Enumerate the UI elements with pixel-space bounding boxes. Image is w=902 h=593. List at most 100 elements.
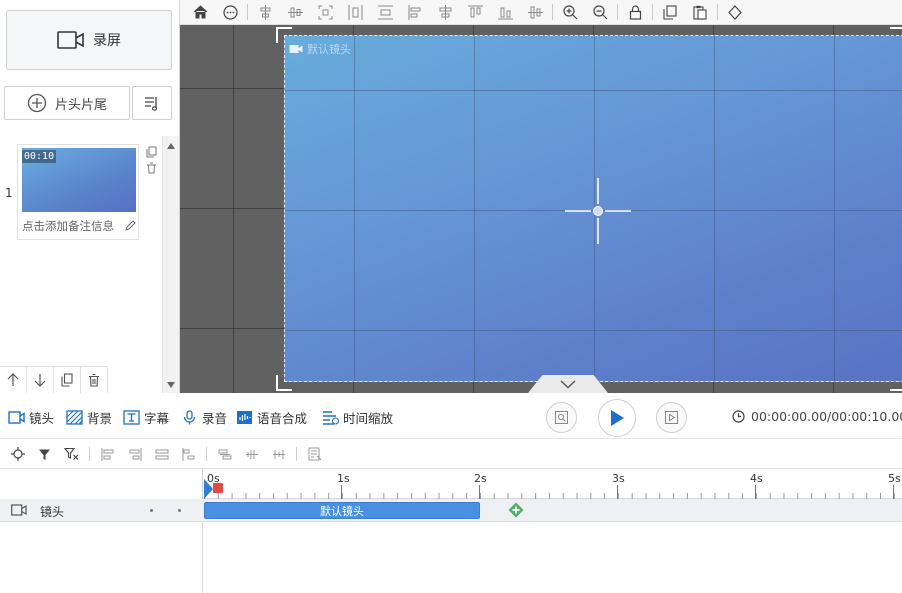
scene-note-field[interactable]: 点击添加备注信息: [22, 218, 138, 234]
align-right-icon: [129, 447, 141, 461]
clock-icon: [732, 410, 745, 423]
voice-synthesis-button[interactable]: 语音合成: [236, 408, 307, 427]
add-background-button[interactable]: 背景: [66, 408, 112, 427]
scene-thumbnail[interactable]: 00:10: [22, 148, 136, 212]
duplicate-button[interactable]: [54, 367, 81, 393]
subtitle-icon: [123, 410, 140, 425]
align-left-button[interactable]: [400, 0, 430, 24]
track-lock-dot[interactable]: [178, 509, 181, 512]
align-vertical-middle-icon: [527, 6, 543, 18]
track-visibility-dot[interactable]: [150, 509, 153, 512]
play-button[interactable]: [598, 399, 636, 437]
filter-icon: [39, 449, 50, 460]
tool-label: 时间缩放: [343, 411, 394, 426]
scene-index: 1: [5, 186, 13, 200]
filter-button[interactable]: [31, 442, 58, 466]
align-right-track-button[interactable]: [121, 442, 148, 466]
add-subtitle-button[interactable]: 字幕: [123, 408, 169, 427]
fit-frame-button[interactable]: [310, 0, 340, 24]
time-ruler[interactable]: 0s 1s 2s 3s 4s 5s: [204, 469, 902, 499]
zoom-in-button[interactable]: [555, 0, 585, 24]
clear-filter-button[interactable]: [58, 442, 85, 466]
zoom-in-icon: [562, 4, 577, 19]
toolbar-separator: [247, 4, 248, 20]
sequence-button[interactable]: [211, 442, 238, 466]
locate-button[interactable]: [4, 442, 31, 466]
distribute-horizontal-button[interactable]: [340, 0, 370, 24]
stagger-button[interactable]: [175, 442, 202, 466]
record-screen-button[interactable]: 录屏: [6, 10, 172, 70]
app-window: 录屏 片头片尾 1 00:10 点击添加备注信息 默认镜头 镜头 背景 字幕 录…: [0, 0, 902, 593]
preview-scene-button[interactable]: [546, 402, 577, 433]
scene-stage[interactable]: 默认镜头: [284, 35, 902, 382]
track-header[interactable]: 镜头: [0, 499, 203, 522]
home-icon: [193, 5, 207, 19]
align-left-icon: [408, 4, 420, 20]
align-middle-button[interactable]: [430, 0, 460, 24]
track-header-column: [0, 469, 203, 593]
clear-filter-icon: [64, 447, 79, 460]
tool-label: 语音合成: [257, 411, 308, 426]
copy-button[interactable]: [655, 0, 685, 24]
fit-frame-icon: [318, 5, 332, 19]
scroll-down-arrow-icon[interactable]: [167, 382, 175, 388]
lock-button[interactable]: [620, 0, 650, 24]
align-middle-icon: [439, 4, 451, 20]
track-name: 镜头: [40, 505, 65, 519]
playhead[interactable]: [204, 479, 213, 499]
increase-gap-button[interactable]: [265, 442, 292, 466]
video-camera-icon: [289, 45, 303, 53]
scroll-up-arrow-icon[interactable]: [167, 143, 175, 149]
scene-card[interactable]: 00:10 点击添加备注信息: [17, 144, 139, 240]
music-list-icon: [145, 97, 158, 111]
align-center-horizontal-button[interactable]: [280, 0, 310, 24]
ruler-major-tick: [755, 485, 756, 499]
ruler-label: 5s: [888, 472, 901, 485]
background-music-button[interactable]: [132, 86, 172, 120]
playback-controls: [546, 399, 688, 437]
distribute-vertical-button[interactable]: [370, 0, 400, 24]
scene-duration: 00:10: [22, 150, 57, 163]
more-button[interactable]: [215, 0, 245, 24]
move-down-button[interactable]: [27, 367, 54, 393]
toolbar-separator: [552, 4, 553, 20]
keyframe-button[interactable]: [720, 0, 750, 24]
same-length-button[interactable]: [148, 442, 175, 466]
background-icon: [66, 410, 83, 425]
copy-scene-icon[interactable]: [146, 146, 157, 158]
align-center-horizontal-icon: [287, 7, 303, 17]
scene-list-scrollbar[interactable]: [162, 136, 179, 393]
reduce-gap-button[interactable]: [238, 442, 265, 466]
camera-track-icon: [11, 504, 27, 516]
zoom-out-button[interactable]: [585, 0, 615, 24]
timeline-clip[interactable]: 默认镜头: [204, 502, 480, 519]
canvas-area[interactable]: 默认镜头: [180, 25, 902, 393]
ruler-major-tick: [341, 485, 342, 499]
delete-button[interactable]: [81, 367, 108, 393]
arrow-down-icon: [34, 374, 46, 387]
trash-icon: [89, 373, 99, 387]
intro-outro-button[interactable]: 片头片尾: [4, 86, 130, 120]
ruler-major-tick: [479, 485, 480, 499]
crosshair-icon[interactable]: [565, 178, 631, 244]
add-clip-icon[interactable]: [508, 502, 524, 518]
play-from-scene-button[interactable]: [656, 402, 687, 433]
camera-icon: [8, 411, 25, 424]
move-up-button[interactable]: [0, 367, 27, 393]
align-center-vertical-button[interactable]: [250, 0, 280, 24]
track-settings-button[interactable]: [301, 442, 328, 466]
track-row: 镜头 默认镜头: [0, 499, 902, 522]
add-camera-button[interactable]: 镜头: [8, 408, 54, 427]
tool-label: 字幕: [144, 411, 170, 426]
home-button[interactable]: [185, 0, 215, 24]
ruler-ticks: [204, 487, 902, 499]
align-left-track-button[interactable]: [94, 442, 121, 466]
paste-button[interactable]: [685, 0, 715, 24]
align-bottom-button[interactable]: [490, 0, 520, 24]
time-scale-button[interactable]: 时间缩放: [322, 408, 393, 427]
align-top-button[interactable]: [460, 0, 490, 24]
end-marker[interactable]: [213, 483, 223, 493]
record-audio-button[interactable]: 录音: [181, 408, 227, 427]
delete-scene-icon[interactable]: [146, 162, 157, 174]
align-vertical-middle-button[interactable]: [520, 0, 550, 24]
